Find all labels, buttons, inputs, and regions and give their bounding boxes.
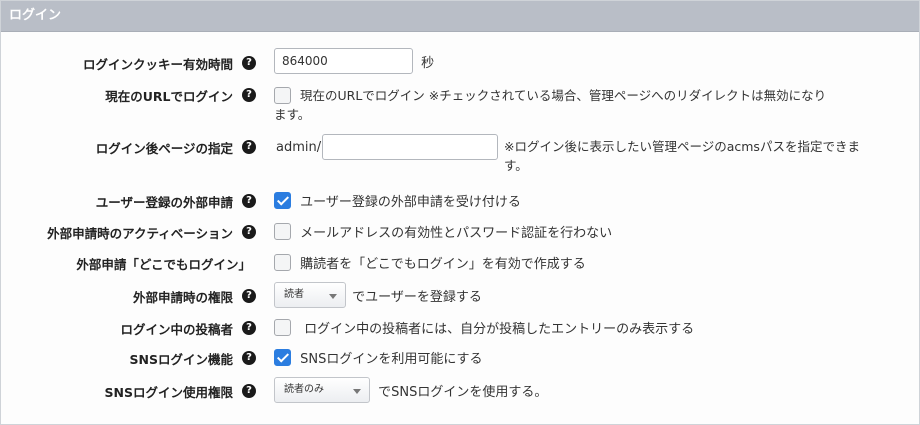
external-role-suffix: でユーザーを登録する xyxy=(352,289,482,305)
own-entries-only-text: ログイン中の投稿者には、自分が投稿したエントリーのみ表示する xyxy=(304,322,695,337)
own-entries-only-checkbox[interactable] xyxy=(274,319,291,336)
sns-login-checkbox[interactable] xyxy=(274,349,291,366)
external-role-value: 読者 xyxy=(284,289,304,300)
sns-login-role-suffix: でSNSログインを使用する。 xyxy=(378,384,548,400)
external-activation-row: 外部申請時のアクティベーション ? メールアドレスの有効性とパスワード認証を行わ… xyxy=(1,221,919,243)
question-circle-icon[interactable]: ? xyxy=(242,321,256,335)
chevron-down-icon xyxy=(329,294,337,299)
cookie-lifetime-row: ログインクッキー有効時間 ? 864000 秒 xyxy=(1,48,919,78)
external-anywhere-login-row: 外部申請「どこでもログイン」 購読者を「どこでもログイン」を有効で作成する xyxy=(1,252,919,274)
question-circle-icon[interactable]: ? xyxy=(242,351,256,365)
post-login-page-label: ログイン後ページの指定 xyxy=(95,141,233,156)
anywhere-login-text: 購読者を「どこでもログイン」を有効で作成する xyxy=(300,257,586,272)
current-url-login-text-cont: ます。 xyxy=(274,107,311,122)
external-registration-text: ユーザー登録の外部申請を受け付ける xyxy=(300,195,521,210)
panel-title: ログイン xyxy=(1,1,919,32)
question-circle-icon[interactable]: ? xyxy=(242,88,256,102)
external-registration-label: ユーザー登録の外部申請 xyxy=(95,195,233,210)
external-registration-checkbox[interactable] xyxy=(274,192,291,209)
current-url-login-text: 現在のURLでログイン ※チェックされている場合、管理ページへのリダイレクトは無… xyxy=(299,88,827,103)
post-login-path-input[interactable] xyxy=(322,134,498,160)
question-circle-icon[interactable]: ? xyxy=(242,56,256,70)
sns-login-role-label: SNSログイン使用権限 xyxy=(104,385,233,400)
question-circle-icon[interactable]: ? xyxy=(242,140,256,154)
post-login-note: ※ログイン後に表示したい管理ページのacmsパスを指定できま xyxy=(504,139,860,154)
chevron-down-icon xyxy=(353,389,361,394)
question-circle-icon[interactable]: ? xyxy=(242,225,256,239)
external-role-row: 外部申請時の権限 ? 読者 でユーザーを登録する xyxy=(1,282,919,310)
post-login-note-cont: す。 xyxy=(504,158,528,173)
logged-in-author-label: ログイン中の投稿者 xyxy=(120,322,233,337)
cookie-lifetime-label: ログインクッキー有効時間 xyxy=(82,57,233,72)
sns-login-label: SNSログイン機能 xyxy=(129,352,233,367)
external-anywhere-login-label: 外部申請「どこでもログイン」 xyxy=(76,257,251,272)
current-url-login-row: 現在のURLでログイン ? 現在のURLでログイン ※チェックされている場合、管… xyxy=(1,85,919,125)
external-registration-row: ユーザー登録の外部申請 ? ユーザー登録の外部申請を受け付ける xyxy=(1,190,919,212)
current-url-login-label: 現在のURLでログイン xyxy=(105,89,233,104)
skip-activation-text: メールアドレスの有効性とパスワード認証を行わない xyxy=(300,226,613,241)
question-circle-icon[interactable]: ? xyxy=(242,194,256,208)
sns-login-role-select[interactable]: 読者のみ xyxy=(274,377,370,403)
post-login-page-row: ログイン後ページの指定 ? admin/ ※ログイン後に表示したい管理ページのa… xyxy=(1,134,919,178)
cookie-lifetime-input[interactable]: 864000 xyxy=(274,48,413,74)
external-role-select[interactable]: 読者 xyxy=(274,282,346,308)
login-settings-panel: ログイン ログインクッキー有効時間 ? 864000 秒 現在のURLでログイン… xyxy=(0,0,920,425)
admin-path-prefix: admin/ xyxy=(276,140,322,155)
sns-login-row: SNSログイン機能 ? SNSログインを利用可能にする xyxy=(1,347,919,369)
sns-login-text: SNSログインを利用可能にする xyxy=(300,352,483,367)
anywhere-login-checkbox[interactable] xyxy=(274,254,291,271)
question-circle-icon[interactable]: ? xyxy=(242,384,256,398)
external-role-label: 外部申請時の権限 xyxy=(132,290,233,305)
current-url-login-checkbox[interactable] xyxy=(274,87,291,104)
external-activation-label: 外部申請時のアクティベーション xyxy=(47,226,233,241)
sns-login-role-row: SNSログイン使用権限 ? 読者のみ でSNSログインを使用する。 xyxy=(1,377,919,405)
question-circle-icon[interactable]: ? xyxy=(242,289,256,303)
seconds-unit: 秒 xyxy=(421,55,435,71)
logged-in-author-row: ログイン中の投稿者 ? ログイン中の投稿者には、自分が投稿したエントリーのみ表示… xyxy=(1,317,919,339)
sns-login-role-value: 読者のみ xyxy=(284,384,324,395)
skip-activation-checkbox[interactable] xyxy=(274,223,291,240)
